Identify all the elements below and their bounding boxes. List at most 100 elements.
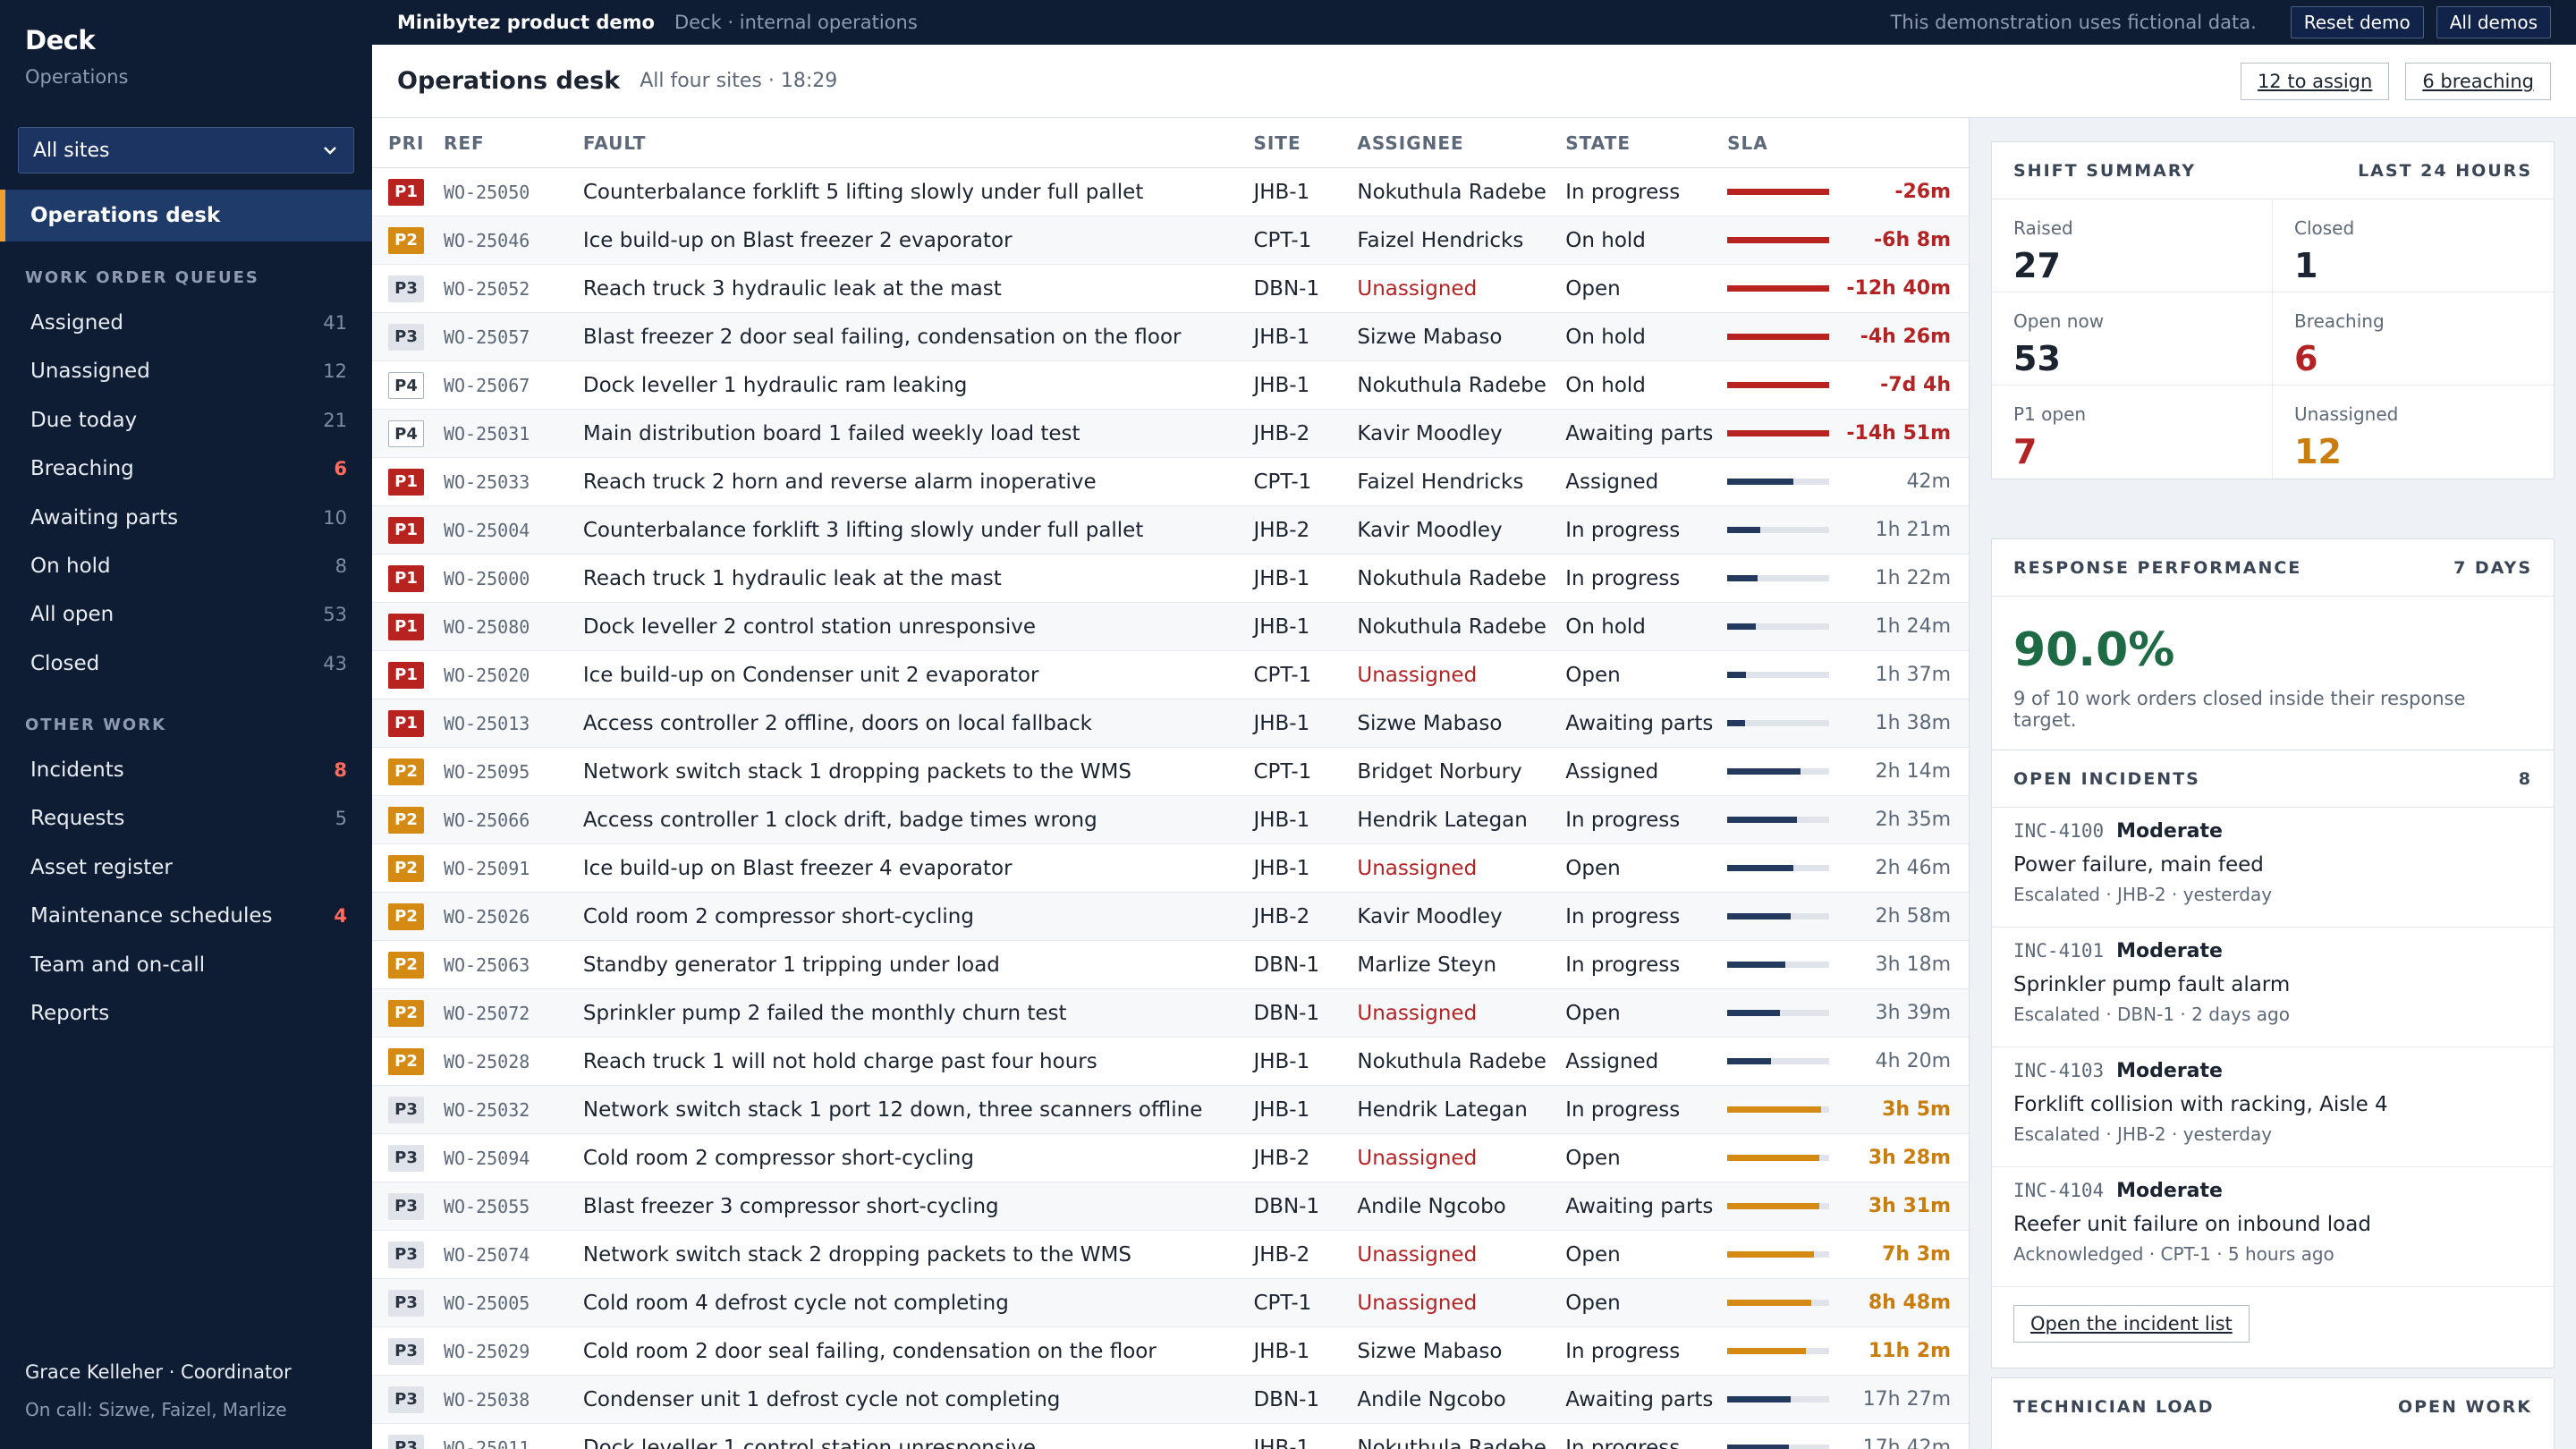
sidebar-item-incidents[interactable]: Incidents 8 xyxy=(30,746,347,794)
table-row[interactable]: P2 WO-25026 Cold room 2 compressor short-c… xyxy=(372,893,1969,941)
ref-cell[interactable]: WO-25055 xyxy=(444,1196,583,1217)
sidebar-item-assigned[interactable]: Assigned 41 xyxy=(30,299,347,347)
ref-cell[interactable]: WO-25074 xyxy=(444,1244,583,1266)
col-site[interactable]: SITE xyxy=(1253,132,1357,154)
sidebar-item-all-open[interactable]: All open 53 xyxy=(30,590,347,639)
table-row[interactable]: P3 WO-25029 Cold room 2 door seal failing,… xyxy=(372,1327,1969,1376)
ref-cell[interactable]: WO-25067 xyxy=(444,375,583,396)
site-cell: DBN-1 xyxy=(1253,953,1320,977)
table-row[interactable]: P1 WO-25000 Reach truck 1 hydraulic leak a… xyxy=(372,555,1969,603)
breaching-button[interactable]: 6 breaching xyxy=(2405,62,2551,100)
col-sla[interactable]: SLA xyxy=(1727,132,1969,154)
site-cell: JHB-1 xyxy=(1253,1339,1310,1363)
table-row[interactable]: P2 WO-25095 Network switch stack 1 droppin… xyxy=(372,748,1969,796)
sidebar-item-breaching[interactable]: Breaching 6 xyxy=(30,445,347,493)
table-row[interactable]: P3 WO-25005 Cold room 4 defrost cycle not … xyxy=(372,1279,1969,1327)
table-row[interactable]: P2 WO-25046 Ice build-up on Blast freezer … xyxy=(372,216,1969,265)
sidebar-item-due-today[interactable]: Due today 21 xyxy=(30,396,347,445)
ref-cell[interactable]: WO-25063 xyxy=(444,954,583,976)
ref-cell[interactable]: WO-25000 xyxy=(444,568,583,589)
sidebar-item-closed[interactable]: Closed 43 xyxy=(30,640,347,688)
col-assignee[interactable]: ASSIGNEE xyxy=(1357,132,1565,154)
table-row[interactable]: P3 WO-25032 Network switch stack 1 port 12… xyxy=(372,1086,1969,1134)
table-row[interactable]: P1 WO-25050 Counterbalance forklift 5 lift… xyxy=(372,168,1969,216)
ref-cell[interactable]: WO-25011 xyxy=(444,1437,583,1449)
sidebar-item-team-and-on-call[interactable]: Team and on-call xyxy=(30,941,347,989)
table-row[interactable]: P4 WO-25067 Dock leveller 1 hydraulic ram … xyxy=(372,361,1969,410)
sidebar-item-awaiting-parts[interactable]: Awaiting parts 10 xyxy=(30,494,347,542)
ref-cell[interactable]: WO-25013 xyxy=(444,713,583,734)
col-state[interactable]: STATE xyxy=(1565,132,1727,154)
sidebar-item-maintenance-schedules[interactable]: Maintenance schedules 4 xyxy=(30,892,347,940)
incident-severity: Moderate xyxy=(2116,1180,2223,1202)
ref-cell[interactable]: WO-25033 xyxy=(444,471,583,493)
ref-cell[interactable]: WO-25057 xyxy=(444,326,583,348)
open-incident-list-button[interactable]: Open the incident list xyxy=(2013,1305,2250,1343)
sla-value: 2h 35m xyxy=(1875,809,1951,831)
col-pri[interactable]: PRI xyxy=(372,132,444,154)
fault-cell: Network switch stack 1 port 12 down, thr… xyxy=(582,1097,1203,1122)
table-row[interactable]: P1 WO-25033 Reach truck 2 horn and reverse… xyxy=(372,458,1969,506)
ref-cell[interactable]: WO-25026 xyxy=(444,906,583,928)
site-cell: JHB-1 xyxy=(1253,856,1310,880)
incident-item[interactable]: INC-4104 Moderate Reefer unit failure on i… xyxy=(1992,1167,2554,1287)
sla-cell: 11h 2m xyxy=(1727,1340,1969,1362)
table-row[interactable]: P2 WO-25063 Standby generator 1 tripping u… xyxy=(372,941,1969,989)
table-row[interactable]: P3 WO-25057 Blast freezer 2 door seal fail… xyxy=(372,313,1969,361)
sidebar-item-on-hold[interactable]: On hold 8 xyxy=(30,542,347,590)
sidebar-item-reports[interactable]: Reports xyxy=(30,989,347,1038)
ref-cell[interactable]: WO-25029 xyxy=(444,1341,583,1362)
sidebar-item-count: 12 xyxy=(323,360,347,383)
sidebar-item-asset-register[interactable]: Asset register xyxy=(30,843,347,892)
ref-cell[interactable]: WO-25005 xyxy=(444,1292,583,1314)
ref-cell[interactable]: WO-25020 xyxy=(444,665,583,686)
table-row[interactable]: P1 WO-25020 Ice build-up on Condenser unit… xyxy=(372,651,1969,699)
sidebar-item-requests[interactable]: Requests 5 xyxy=(30,794,347,843)
site-select[interactable]: All sites xyxy=(18,127,354,174)
ref-cell[interactable]: WO-25046 xyxy=(444,230,583,251)
ref-cell[interactable]: WO-25032 xyxy=(444,1099,583,1121)
incident-item[interactable]: INC-4103 Moderate Forklift collision with … xyxy=(1992,1047,2554,1167)
ref-cell[interactable]: WO-25091 xyxy=(444,858,583,879)
nav-operations-desk[interactable]: Operations desk xyxy=(0,190,372,242)
col-ref[interactable]: REF xyxy=(444,132,583,154)
table-row[interactable]: P3 WO-25074 Network switch stack 2 droppin… xyxy=(372,1231,1969,1279)
table-row[interactable]: P2 WO-25072 Sprinkler pump 2 failed the mo… xyxy=(372,989,1969,1038)
table-row[interactable]: P2 WO-25091 Ice build-up on Blast freezer … xyxy=(372,844,1969,893)
ref-cell[interactable]: WO-25031 xyxy=(444,423,583,445)
table-row[interactable]: P2 WO-25028 Reach truck 1 will not hold ch… xyxy=(372,1038,1969,1086)
ref-cell[interactable]: WO-25052 xyxy=(444,278,583,300)
table-row[interactable]: P3 WO-25055 Blast freezer 3 compressor sho… xyxy=(372,1182,1969,1231)
response-header: RESPONSE PERFORMANCE 7 DAYS xyxy=(1992,539,2554,597)
sla-bar-fill xyxy=(1727,1348,1806,1354)
priority-cell: P2 xyxy=(372,951,444,979)
table-row[interactable]: P3 WO-25011 Dock leveller 1 control statio… xyxy=(372,1424,1969,1449)
table-row[interactable]: P3 WO-25038 Condenser unit 1 defrost cycle… xyxy=(372,1376,1969,1424)
ref-cell[interactable]: WO-25050 xyxy=(444,182,583,203)
ref-cell[interactable]: WO-25028 xyxy=(444,1051,583,1072)
to-assign-button[interactable]: 12 to assign xyxy=(2240,62,2390,100)
ref-cell[interactable]: WO-25066 xyxy=(444,809,583,831)
assignee-cell: Nokuthula Radebe xyxy=(1357,180,1546,204)
all-demos-button[interactable]: All demos xyxy=(2436,6,2551,38)
ref-cell[interactable]: WO-25095 xyxy=(444,761,583,783)
ref-cell[interactable]: WO-25072 xyxy=(444,1003,583,1024)
sla-bar xyxy=(1727,1203,1830,1209)
incident-item[interactable]: INC-4101 Moderate Sprinkler pump fault ala… xyxy=(1992,928,2554,1047)
ref-cell[interactable]: WO-25038 xyxy=(444,1389,583,1411)
ref-cell[interactable]: WO-25080 xyxy=(444,616,583,638)
table-row[interactable]: P1 WO-25013 Access controller 2 offline, d… xyxy=(372,699,1969,748)
table-row[interactable]: P1 WO-25080 Dock leveller 2 control statio… xyxy=(372,603,1969,651)
reset-demo-button[interactable]: Reset demo xyxy=(2290,6,2424,38)
table-row[interactable]: P1 WO-25004 Counterbalance forklift 3 lift… xyxy=(372,506,1969,555)
ref-cell[interactable]: WO-25094 xyxy=(444,1148,583,1169)
table-row[interactable]: P2 WO-25066 Access controller 1 clock drif… xyxy=(372,796,1969,844)
sidebar-item-count: 53 xyxy=(323,604,347,626)
sidebar-item-unassigned[interactable]: Unassigned 12 xyxy=(30,347,347,395)
table-row[interactable]: P3 WO-25052 Reach truck 3 hydraulic leak a… xyxy=(372,265,1969,313)
incident-item[interactable]: INC-4100 Moderate Power failure, main feed… xyxy=(1992,808,2554,928)
col-fault[interactable]: FAULT xyxy=(583,132,1254,154)
table-row[interactable]: P3 WO-25094 Cold room 2 compressor short-c… xyxy=(372,1134,1969,1182)
table-row[interactable]: P4 WO-25031 Main distribution board 1 fail… xyxy=(372,410,1969,458)
ref-cell[interactable]: WO-25004 xyxy=(444,520,583,541)
